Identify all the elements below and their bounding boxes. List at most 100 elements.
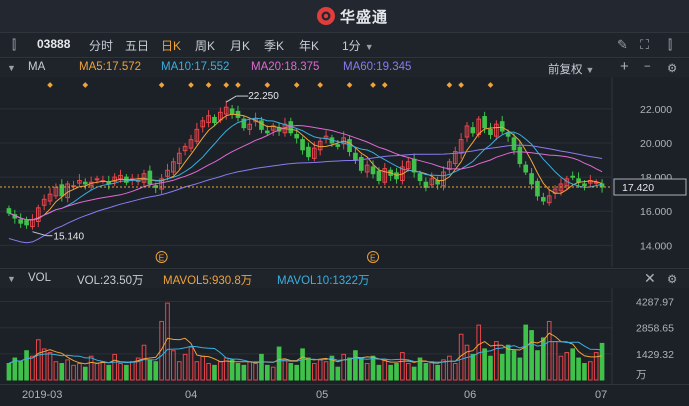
candle (82, 181, 88, 185)
collapse-icon[interactable]: ▼ (7, 63, 16, 73)
x-tick-label: 05 (316, 389, 329, 401)
event-diamond (458, 82, 464, 88)
volume-bar (306, 357, 311, 381)
volume-bar (447, 355, 452, 381)
price-chart[interactable]: 22.00020.00018.00016.00014.00017.42022.2… (0, 77, 689, 267)
candle (570, 175, 576, 178)
volume-bar (311, 363, 317, 381)
mavol5-value: MAVOL5:930.8万 (163, 275, 253, 287)
volume-bar (218, 361, 223, 381)
candle (499, 121, 505, 132)
event-diamond (205, 82, 212, 88)
volume-bar (235, 363, 241, 381)
candle (229, 108, 235, 115)
ma-line (8, 113, 603, 221)
ma5-value: MA5:17.572 (79, 61, 142, 73)
event-diamond (82, 82, 89, 88)
tab-yearly-k[interactable]: 年K (299, 37, 319, 54)
event-diamond (370, 82, 376, 88)
event-diamond (235, 82, 241, 88)
layout-split-icon[interactable]: ⫿ (668, 37, 672, 53)
volume-bar (364, 363, 370, 381)
volume-bar (452, 363, 458, 381)
candle (147, 170, 153, 185)
volume-bar (118, 363, 123, 381)
add-indicator-icon[interactable]: + (620, 58, 629, 75)
volume-bar (470, 353, 476, 381)
tab-monthly-k[interactable]: 月K (230, 37, 250, 54)
candle (353, 152, 358, 161)
ma-indicator-title[interactable]: MA (28, 61, 45, 73)
sidebar-toggle-icon[interactable]: ⫿ (12, 37, 16, 53)
volume-bar (558, 355, 564, 381)
candle (541, 197, 546, 202)
candle (94, 178, 100, 181)
event-diamond (446, 82, 453, 88)
candle (6, 208, 12, 214)
volume-bar (106, 364, 112, 381)
event-diamond (317, 82, 324, 88)
interval-value: 1分 (342, 39, 361, 53)
volume-bar (494, 341, 499, 381)
adjust-select[interactable]: 前复权 ▼ (548, 61, 594, 77)
volume-bar (265, 364, 270, 381)
tab-intraday[interactable]: 分时 (89, 37, 113, 54)
volume-unit-label: 万 (636, 369, 647, 381)
volume-bar (153, 361, 159, 381)
volume-bar (482, 348, 487, 381)
gear-icon[interactable]: ⚙ (667, 61, 677, 75)
candle (511, 137, 517, 151)
candle (535, 180, 540, 197)
event-diamond (158, 82, 165, 88)
volume-bar (294, 364, 300, 381)
volume-bar (53, 361, 59, 381)
collapse-icon[interactable]: ▼ (7, 274, 16, 284)
volume-bar (353, 350, 358, 381)
x-tick-label: 2019-03 (22, 389, 63, 401)
volume-bar (358, 357, 364, 381)
x-tick-label: 06 (464, 389, 477, 401)
volume-bar (288, 363, 294, 381)
volume-bar (382, 359, 388, 381)
volume-bar (411, 366, 417, 381)
ma-panel-header: ▼ MA MA5:17.572 MA10:17.552 MA20:18.375 … (0, 58, 689, 77)
candle (417, 173, 423, 182)
interval-select[interactable]: 1分 ▼ (342, 37, 374, 54)
volume-bar (35, 339, 41, 381)
volume-bar (546, 320, 552, 381)
volume-bar (24, 350, 29, 381)
volume-axis-label: 2858.65 (636, 323, 674, 335)
candle (335, 144, 341, 147)
volume-bar (18, 361, 24, 381)
volume-bar (276, 346, 282, 381)
candle (24, 220, 29, 226)
gear-icon[interactable]: ⚙ (667, 272, 677, 286)
volume-bar (247, 361, 253, 381)
volume-bar (523, 324, 529, 381)
volume-bar (464, 344, 470, 381)
tab-five-day[interactable]: 五日 (125, 37, 149, 54)
event-diamond (47, 82, 53, 88)
volume-bar (270, 366, 276, 381)
candle (71, 185, 76, 188)
volume-bar (300, 348, 305, 381)
candle (488, 128, 493, 135)
volume-bar (241, 364, 247, 381)
tab-daily-k[interactable]: 日K (161, 37, 181, 54)
ma60-value: MA60:19.345 (343, 61, 412, 73)
volume-chart[interactable]: 4287.97 2858.65 1429.32 万 (0, 288, 689, 384)
vol-indicator-title[interactable]: VOL (28, 272, 51, 284)
chevron-down-icon: ▼ (585, 65, 595, 75)
volume-bar (47, 352, 53, 381)
draw-pencil-icon[interactable]: ✎ (617, 37, 628, 53)
close-icon[interactable]: ✕ (644, 270, 656, 287)
volume-bar (429, 361, 435, 381)
tab-quarterly-k[interactable]: 季K (264, 37, 284, 54)
symbol-code[interactable]: 03888 (37, 37, 70, 51)
tab-weekly-k[interactable]: 周K (195, 37, 215, 54)
mavol10-value: MAVOL10:1322万 (277, 275, 370, 287)
fullscreen-icon[interactable]: ⛶ (640, 37, 649, 53)
volume-bar (505, 344, 511, 381)
annotation-leader (225, 95, 237, 103)
minus-icon[interactable]: − (644, 61, 651, 73)
